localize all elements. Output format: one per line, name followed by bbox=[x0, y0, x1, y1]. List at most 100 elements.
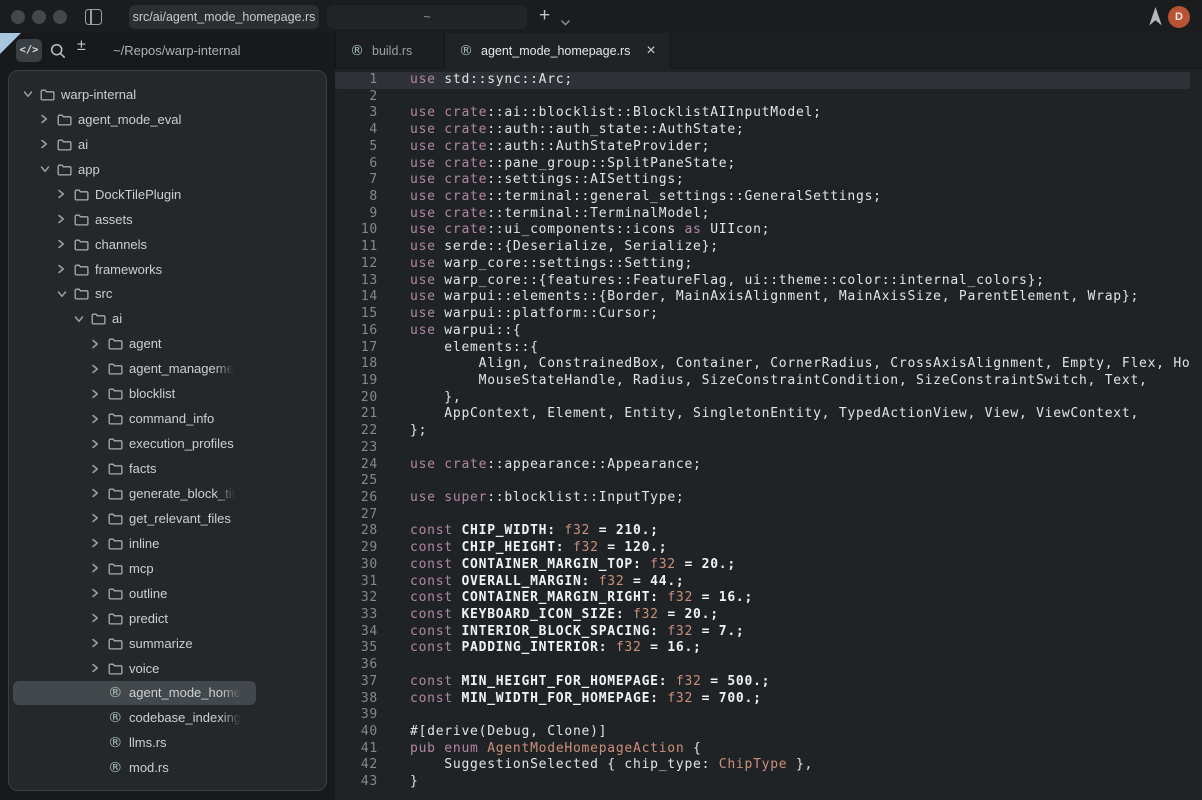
tree-item-blocklist[interactable]: blocklist bbox=[9, 381, 326, 406]
code-area[interactable]: 1use std::sync::Arc;23use crate::ai::blo… bbox=[335, 69, 1190, 800]
code-line-26[interactable]: 26use super::blocklist::InputType; bbox=[335, 490, 1190, 507]
chevron-right-icon[interactable] bbox=[57, 264, 74, 274]
code-line-27[interactable]: 27 bbox=[335, 507, 1190, 524]
tree-item-channels[interactable]: channels bbox=[9, 232, 326, 257]
code-line-20[interactable]: 20 }, bbox=[335, 390, 1190, 407]
code-line-16[interactable]: 16use warpui::{ bbox=[335, 323, 1190, 340]
code-line-9[interactable]: 9use crate::terminal::TerminalModel; bbox=[335, 206, 1190, 223]
tree-item-command-info[interactable]: command_info bbox=[9, 406, 326, 431]
chevron-right-icon[interactable] bbox=[91, 414, 108, 424]
tree-item-llms-rs[interactable]: ®llms.rs bbox=[9, 730, 326, 755]
code-line-3[interactable]: 3use crate::ai::blocklist::BlocklistAIIn… bbox=[335, 105, 1190, 122]
sidebar-toggle-icon[interactable] bbox=[85, 9, 102, 25]
window-close-icon[interactable] bbox=[11, 10, 25, 24]
code-line-30[interactable]: 30const CONTAINER_MARGIN_TOP: f32 = 20.; bbox=[335, 557, 1190, 574]
code-line-24[interactable]: 24use crate::appearance::Appearance; bbox=[335, 457, 1190, 474]
titlebar-tab-session[interactable]: ~ bbox=[327, 5, 527, 29]
chevron-right-icon[interactable] bbox=[91, 464, 108, 474]
window-minimize-icon[interactable] bbox=[32, 10, 46, 24]
tree-item-facts[interactable]: facts bbox=[9, 456, 326, 481]
code-line-18[interactable]: 18 Align, ConstrainedBox, Container, Cor… bbox=[335, 356, 1190, 373]
chevron-down-icon[interactable] bbox=[40, 165, 57, 173]
chevron-right-icon[interactable] bbox=[91, 339, 108, 349]
code-line-12[interactable]: 12use warp_core::settings::Setting; bbox=[335, 256, 1190, 273]
chevron-right-icon[interactable] bbox=[91, 663, 108, 673]
code-line-4[interactable]: 4use crate::auth::auth_state::AuthState; bbox=[335, 122, 1190, 139]
chevron-right-icon[interactable] bbox=[57, 189, 74, 199]
chevron-right-icon[interactable] bbox=[57, 239, 74, 249]
code-line-33[interactable]: 33const KEYBOARD_ICON_SIZE: f32 = 20.; bbox=[335, 607, 1190, 624]
code-line-32[interactable]: 32const CONTAINER_MARGIN_RIGHT: f32 = 16… bbox=[335, 590, 1190, 607]
new-tab-button[interactable]: + bbox=[539, 3, 550, 29]
tree-item-src[interactable]: src bbox=[9, 282, 326, 307]
tree-item-codebase-indexing[interactable]: ®codebase_indexing bbox=[9, 705, 326, 730]
chevron-right-icon[interactable] bbox=[91, 638, 108, 648]
chevron-right-icon[interactable] bbox=[40, 114, 57, 124]
tree-item-agent[interactable]: agent bbox=[9, 331, 326, 356]
tree-item-inline[interactable]: inline bbox=[9, 531, 326, 556]
code-line-40[interactable]: 40#[derive(Debug, Clone)] bbox=[335, 724, 1190, 741]
tree-item-summarize[interactable]: summarize bbox=[9, 631, 326, 656]
tree-item-agent-mode-home[interactable]: ®agent_mode_home bbox=[9, 681, 326, 706]
code-line-36[interactable]: 36 bbox=[335, 657, 1190, 674]
code-line-19[interactable]: 19 MouseStateHandle, Radius, SizeConstra… bbox=[335, 373, 1190, 390]
chevron-down-icon[interactable] bbox=[57, 290, 74, 298]
code-line-25[interactable]: 25 bbox=[335, 473, 1190, 490]
tree-item-execution-profiles[interactable]: execution_profiles bbox=[9, 431, 326, 456]
code-line-2[interactable]: 2 bbox=[335, 89, 1190, 106]
code-line-34[interactable]: 34const INTERIOR_BLOCK_SPACING: f32 = 7.… bbox=[335, 624, 1190, 641]
code-line-41[interactable]: 41pub enum AgentModeHomepageAction { bbox=[335, 741, 1190, 758]
code-icon[interactable]: </> bbox=[16, 39, 42, 62]
code-line-23[interactable]: 23 bbox=[335, 440, 1190, 457]
code-line-1[interactable]: 1use std::sync::Arc; bbox=[335, 72, 1190, 89]
diff-icon[interactable]: ± bbox=[77, 37, 86, 55]
chevron-right-icon[interactable] bbox=[91, 364, 108, 374]
close-icon[interactable]: × bbox=[646, 43, 655, 59]
tree-item-docktileplugin[interactable]: DockTilePlugin bbox=[9, 182, 326, 207]
code-line-21[interactable]: 21 AppContext, Element, Entity, Singleto… bbox=[335, 406, 1190, 423]
search-icon[interactable] bbox=[50, 43, 66, 64]
tree-item-frameworks[interactable]: frameworks bbox=[9, 257, 326, 282]
code-line-14[interactable]: 14use warpui::elements::{Border, MainAxi… bbox=[335, 289, 1190, 306]
code-line-22[interactable]: 22}; bbox=[335, 423, 1190, 440]
chevron-down-icon[interactable] bbox=[23, 90, 40, 98]
code-line-15[interactable]: 15use warpui::platform::Cursor; bbox=[335, 306, 1190, 323]
editor-tab-agent-mode-homepage-rs[interactable]: ® agent_mode_homepage.rs × bbox=[445, 33, 671, 69]
tree-item-get-relevant-files[interactable]: get_relevant_files bbox=[9, 506, 326, 531]
tree-item-ai[interactable]: ai bbox=[9, 132, 326, 157]
code-line-6[interactable]: 6use crate::pane_group::SplitPaneState; bbox=[335, 156, 1190, 173]
chevron-right-icon[interactable] bbox=[40, 139, 57, 149]
chevron-down-icon[interactable] bbox=[561, 13, 570, 31]
code-line-43[interactable]: 43} bbox=[335, 774, 1190, 791]
code-line-42[interactable]: 42 SuggestionSelected { chip_type: ChipT… bbox=[335, 757, 1190, 774]
chevron-right-icon[interactable] bbox=[91, 513, 108, 523]
tree-item-app[interactable]: app bbox=[9, 157, 326, 182]
tree-item-agent-mode-eval[interactable]: agent_mode_eval bbox=[9, 107, 326, 132]
tree-item-mcp[interactable]: mcp bbox=[9, 556, 326, 581]
tree-item-agent-manageme[interactable]: agent_manageme bbox=[9, 356, 326, 381]
chevron-right-icon[interactable] bbox=[91, 588, 108, 598]
code-line-5[interactable]: 5use crate::auth::AuthStateProvider; bbox=[335, 139, 1190, 156]
chevron-right-icon[interactable] bbox=[57, 214, 74, 224]
code-line-29[interactable]: 29const CHIP_HEIGHT: f32 = 120.; bbox=[335, 540, 1190, 557]
chevron-right-icon[interactable] bbox=[91, 563, 108, 573]
code-line-31[interactable]: 31const OVERALL_MARGIN: f32 = 44.; bbox=[335, 574, 1190, 591]
code-line-37[interactable]: 37const MIN_HEIGHT_FOR_HOMEPAGE: f32 = 5… bbox=[335, 674, 1190, 691]
tree-item-warp-internal[interactable]: warp-internal bbox=[9, 82, 326, 107]
code-line-8[interactable]: 8use crate::terminal::general_settings::… bbox=[335, 189, 1190, 206]
code-line-38[interactable]: 38const MIN_WIDTH_FOR_HOMEPAGE: f32 = 70… bbox=[335, 691, 1190, 708]
code-line-10[interactable]: 10use crate::ui_components::icons as UII… bbox=[335, 222, 1190, 239]
tree-item-predict[interactable]: predict bbox=[9, 606, 326, 631]
tree-item-outline[interactable]: outline bbox=[9, 581, 326, 606]
tree-item-voice[interactable]: voice bbox=[9, 656, 326, 681]
titlebar-tab-current-file[interactable]: src/ai/agent_mode_homepage.rs bbox=[129, 5, 319, 29]
chevron-right-icon[interactable] bbox=[91, 538, 108, 548]
chevron-right-icon[interactable] bbox=[91, 488, 108, 498]
tree-item-assets[interactable]: assets bbox=[9, 207, 326, 232]
chevron-right-icon[interactable] bbox=[91, 613, 108, 623]
chevron-right-icon[interactable] bbox=[91, 389, 108, 399]
avatar[interactable]: D bbox=[1168, 6, 1190, 28]
tree-item-mod-rs[interactable]: ®mod.rs bbox=[9, 755, 326, 780]
tree-item-generate-block-tit[interactable]: generate_block_tit bbox=[9, 481, 326, 506]
chevron-right-icon[interactable] bbox=[91, 439, 108, 449]
